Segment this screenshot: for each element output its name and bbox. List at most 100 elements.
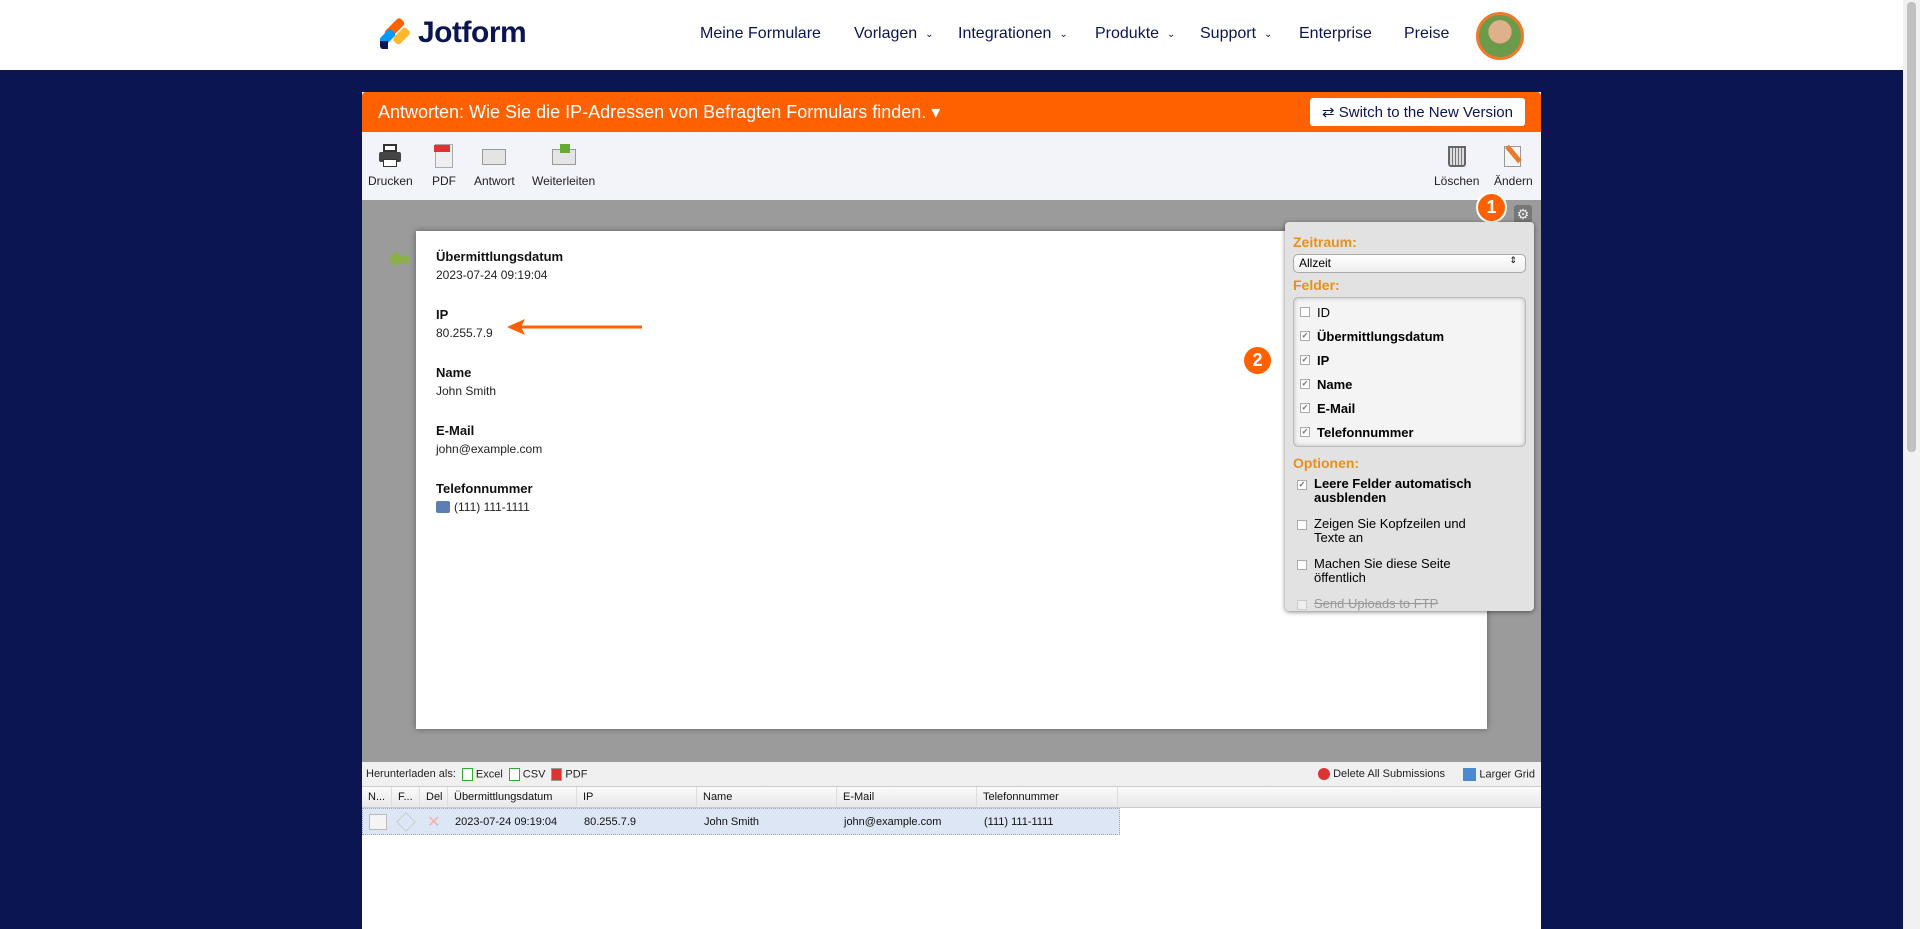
forward-button[interactable]: Weiterleiten [532,144,595,188]
nav-label: Vorlagen [854,25,918,42]
submissions-panel: Antworten: Wie Sie die IP-Adressen von B… [362,92,1541,929]
submission-viewer: Übermittlungsdatum 2023-07-24 09:19:04 I… [362,192,1541,762]
field-checkbox-datum[interactable]: ✓ Übermittlungsdatum [1300,324,1519,348]
nav-vorlagen[interactable]: Vorlagen ⌄ [854,25,934,43]
field-value: (111) 111-1111 [454,500,530,514]
field-checkbox-email[interactable]: ✓ E-Mail [1300,396,1519,420]
toolbar: Drucken PDF Antwort Weiterleiten Löschen… [362,132,1541,200]
excel-icon [461,767,473,781]
select-arrows-icon: ⇕ [1509,255,1517,265]
pdf-button[interactable]: PDF [432,144,456,188]
option-public[interactable]: Machen Sie diese Seite öffentlich [1297,557,1526,585]
submissions-grid: N... F... Del Übermittlungsdatum IP Name… [362,787,1541,835]
settings-gear-icon[interactable]: ⚙ [1514,205,1532,223]
jotform-logo-icon [378,17,412,49]
phone-icon [436,501,450,513]
nav-label: Integrationen [958,25,1052,42]
delete-circle-icon [1318,768,1331,781]
chevron-down-icon: ⌄ [925,28,934,40]
reply-button[interactable]: Antwort [474,144,515,188]
column-header[interactable]: F... [392,787,420,807]
trash-icon [1445,144,1469,168]
switch-version-button[interactable]: ⇄ Switch to the New Version [1310,98,1525,126]
section-label: Felder: [1293,277,1340,293]
cell-ip: 80.255.7.9 [584,815,636,828]
nav-produkte[interactable]: Produkte ⌄ [1095,25,1175,43]
user-avatar[interactable] [1476,12,1524,60]
nav-integrationen[interactable]: Integrationen ⌄ [958,25,1068,43]
nav-support[interactable]: Support ⌄ [1200,25,1272,43]
expand-icon [1463,767,1477,781]
column-header[interactable]: Name [697,787,837,807]
field-checkbox-name[interactable]: ✓ Name [1300,372,1519,396]
toolbar-label: PDF [432,174,456,188]
annotation-arrow [507,319,642,335]
page-scrollbar[interactable] [1903,0,1920,929]
previous-arrow-icon[interactable] [388,250,410,268]
jotform-logo[interactable]: Jotform [378,16,527,50]
edit-pencil-icon [1501,144,1525,168]
annotation-badge: 2 [1242,345,1273,376]
cell-email: john@example.com [844,815,942,828]
fields-list: ID ✓ Übermittlungsdatum ✓ IP ✓ Name ✓ E-Mail… [1293,297,1526,447]
nav-preise[interactable]: Preise [1404,25,1449,43]
chevron-down-icon: ⌄ [1264,28,1273,40]
note-icon[interactable] [363,809,393,834]
option-hide-empty[interactable]: ✓ Leere Felder automatisch ausblenden [1297,477,1526,505]
field-checkbox-id[interactable]: ID [1300,300,1519,324]
nav-label: Preise [1404,25,1450,42]
nav-meine-formulare[interactable]: Meine Formulare [700,25,821,43]
nav-label: Enterprise [1299,25,1372,42]
toolbar-label: Ändern [1494,174,1533,188]
form-title-dropdown[interactable]: Antworten: Wie Sie die IP-Adressen von B… [378,102,940,122]
pdf-icon [432,144,456,168]
settings-popup: Zeitraum: Allzeit ⇕ Felder: ID ✓ Übermittl… [1285,222,1534,611]
top-header: Jotform Meine Formulare Vorlagen ⌄ Integr… [0,0,1903,70]
toolbar-label: Weiterleiten [532,174,596,188]
nav-label: Support [1200,25,1257,42]
download-csv[interactable]: CSV [508,767,545,781]
annotation-badge: 1 [1476,192,1507,223]
cell-name: John Smith [704,815,760,828]
printer-icon [378,144,402,168]
nav-label: Meine Formulare [700,25,821,42]
column-header[interactable]: Übermittlungsdatum [448,787,577,807]
flag-icon[interactable] [393,809,421,834]
column-header[interactable]: E-Mail [837,787,977,807]
field-checkbox-ip[interactable]: ✓ IP [1300,348,1519,372]
section-label: Optionen: [1293,455,1360,471]
cell-phone: (111) 111-1111 [984,815,1054,828]
toolbar-label: Löschen [1434,174,1480,188]
scrollbar-thumb[interactable] [1907,2,1916,452]
title-bar: Antworten: Wie Sie die IP-Adressen von B… [362,92,1541,132]
column-header[interactable]: Del [420,787,448,807]
nav-enterprise[interactable]: Enterprise [1299,25,1372,43]
download-pdf[interactable]: PDF [551,767,587,781]
grid-header: N... F... Del Übermittlungsdatum IP Name… [362,787,1541,808]
envelope-icon [482,144,507,168]
delete-all-button[interactable]: Delete All Submissions [1318,768,1445,781]
column-header[interactable]: N... [362,787,392,807]
nav-label: Produkte [1095,25,1160,42]
download-excel[interactable]: Excel [461,767,503,781]
print-button[interactable]: Drucken [368,144,413,188]
pdf-icon [551,767,563,781]
delete-button[interactable]: Löschen [1434,144,1479,188]
larger-grid-button[interactable]: Larger Grid [1463,767,1535,781]
brand-name: Jotform [418,16,527,49]
section-label: Zeitraum: [1293,234,1357,250]
chevron-down-icon: ⌄ [1059,28,1068,40]
column-header[interactable]: IP [577,787,697,807]
column-header[interactable]: Telefonnummer [977,787,1118,807]
csv-icon [508,767,520,781]
download-label: Herunterladen als: [366,768,456,780]
table-row[interactable]: ✕ 2023-07-24 09:19:04 80.255.7.9 John Sm… [362,808,1120,835]
edit-button[interactable]: Ändern [1494,144,1533,188]
delete-x-icon[interactable]: ✕ [421,809,449,834]
toolbar-label: Drucken [368,174,413,188]
forward-envelope-icon [551,144,576,168]
zeitraum-select[interactable]: Allzeit ⇕ [1293,254,1526,273]
option-show-headers[interactable]: Zeigen Sie Kopfzeilen und Texte an [1297,517,1526,545]
field-checkbox-telefon[interactable]: ✓ Telefonnummer [1300,420,1519,444]
download-bar: Herunterladen als: Excel CSV PDF Delete … [362,762,1541,787]
